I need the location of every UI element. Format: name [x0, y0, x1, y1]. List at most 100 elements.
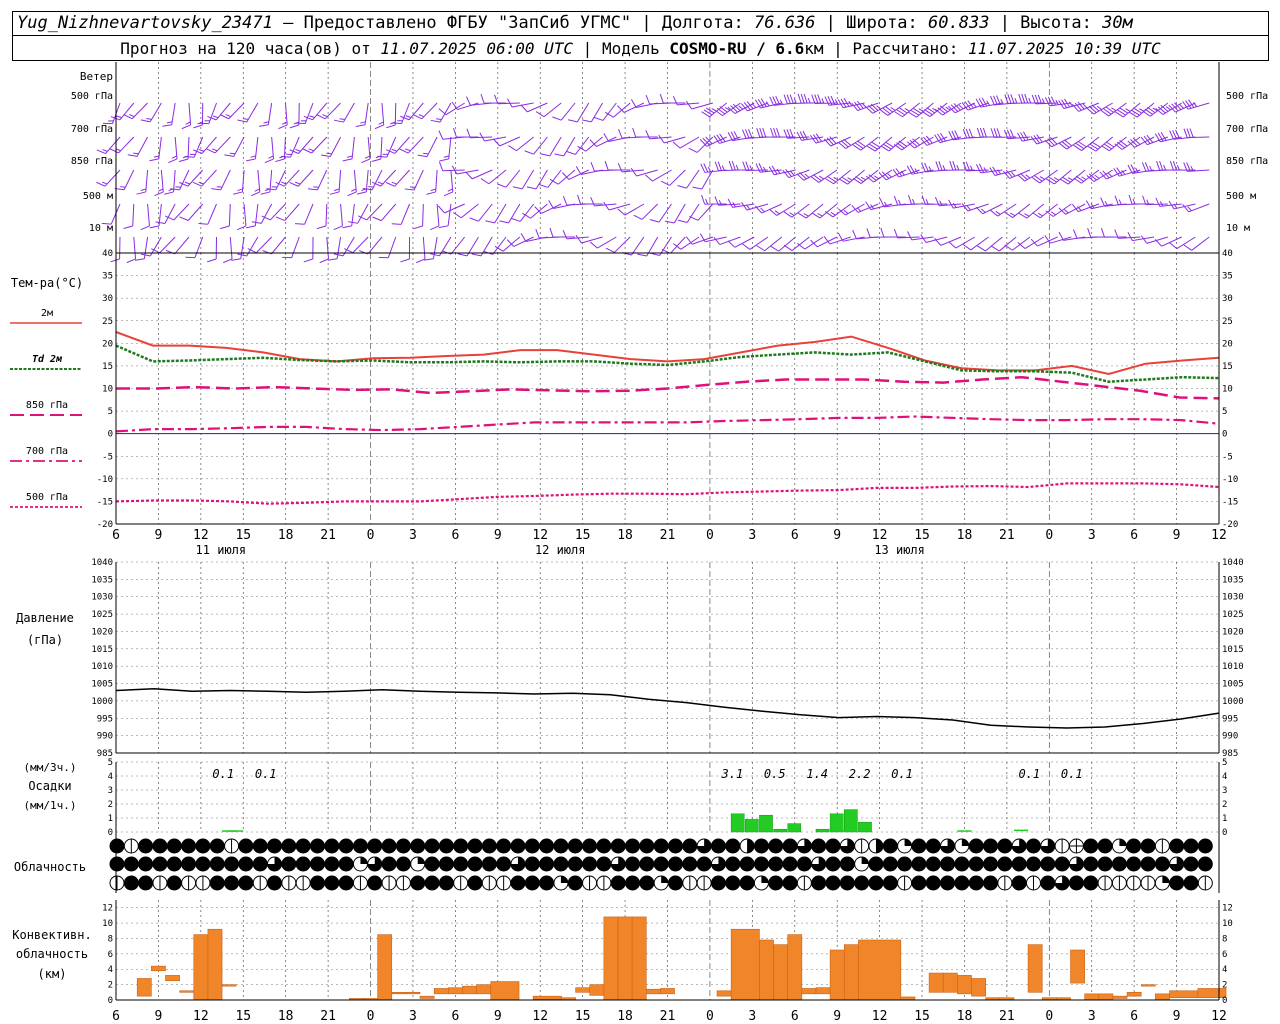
- wind-barb-flag: [263, 121, 269, 124]
- wind-barb-staff: [1012, 236, 1031, 251]
- wind-barb-flag: [438, 161, 444, 171]
- wind-barb-flag: [342, 158, 353, 162]
- pressure-tick-left: 1015: [91, 645, 113, 655]
- wind-barb-flag: [116, 115, 122, 119]
- temp-series-line: [115, 482, 1220, 505]
- meteogram-svg: 0.1 0.1 3.1 0.5 1.4 2.2 0.1 0.1 0.1 40 4035 3530 30…: [10, 62, 1268, 1024]
- wind-barb-staff: [471, 169, 493, 180]
- wind-barb-flag: [451, 101, 458, 110]
- wind-barb-flag: [400, 258, 410, 263]
- wind-barb-staff: [118, 136, 135, 154]
- cloud-symbol: [367, 875, 383, 891]
- cloud-symbol: [1140, 838, 1156, 854]
- cloud-symbol-fill: [360, 857, 368, 864]
- wind-barb-flag: [852, 229, 857, 240]
- cloud-symbol: [424, 875, 440, 891]
- cloud-symbol: [166, 875, 182, 891]
- cloud-symbol: [510, 875, 526, 891]
- wind-barb-staff: [970, 236, 989, 251]
- wind-barb-flag: [154, 191, 164, 197]
- cloud-symbol: [252, 838, 268, 854]
- wind-barb-flag: [453, 212, 462, 219]
- time-tick: 18: [617, 528, 633, 543]
- wind-barb-staff: [136, 136, 149, 157]
- time-tick-bottom: 12: [872, 1009, 888, 1024]
- wind-barb-flag: [672, 141, 681, 149]
- wind-barb-flag: [372, 216, 382, 222]
- cloud-symbol: [940, 875, 956, 891]
- wind-barb-flag: [887, 173, 892, 178]
- wind-barb-flag: [942, 165, 946, 171]
- cloud-symbol: [152, 838, 168, 854]
- cloud-symbol: [553, 856, 569, 872]
- cloud-symbol: [667, 838, 683, 854]
- precip-accum-label: 0.1: [255, 767, 277, 781]
- cloud-symbol: [968, 856, 984, 872]
- cloud-symbol: [1068, 875, 1084, 891]
- wind-barb-flag: [876, 105, 881, 110]
- cloud-symbol: [524, 838, 540, 854]
- cloud-symbol: [381, 838, 397, 854]
- wind-barb-flag: [1127, 231, 1133, 241]
- wind-barb-flag: [948, 241, 957, 249]
- wind-barb-flag: [1004, 244, 1013, 251]
- wind-barb-staff: [597, 236, 617, 249]
- legend-700-label: 700 гПа: [26, 446, 68, 457]
- wind-barb-flag: [811, 94, 816, 104]
- cloud-symbol: [309, 875, 325, 891]
- time-tick: 12: [1211, 528, 1227, 543]
- conv-bar: [815, 987, 831, 995]
- wind-barb-flag: [745, 161, 750, 171]
- wind-barb-flag: [497, 183, 507, 188]
- time-tick-bottom: 6: [112, 1009, 120, 1024]
- cloud-symbol-fill: [661, 876, 669, 883]
- wind-barb-staff: [275, 169, 286, 191]
- cloud-symbol: [997, 838, 1013, 854]
- wind-barb-flag: [308, 148, 314, 152]
- cloud-symbol: [725, 838, 741, 854]
- wind-barb-flag: [171, 155, 177, 159]
- conv-bar: [942, 972, 958, 993]
- wind-barb-staff: [325, 203, 328, 227]
- wind-barb-flag: [701, 194, 706, 205]
- wind-barb-staff: [394, 136, 410, 154]
- cloud-symbol: [1197, 856, 1213, 872]
- wind-barb-flag: [748, 129, 753, 139]
- cloud-symbol: [1025, 838, 1041, 854]
- wind-barb-flag: [958, 104, 964, 110]
- wind-barb-staff: [985, 236, 1003, 252]
- date-label: 13 июля: [874, 543, 925, 557]
- wind-barb-staff: [460, 203, 479, 219]
- pressure-tick-right: 1010: [1222, 662, 1244, 672]
- wind-barb-flag: [225, 114, 232, 118]
- wind-barb-staff: [149, 102, 162, 123]
- wind-barb-staff: [201, 169, 217, 187]
- time-tick: 15: [914, 528, 930, 543]
- cloud-symbol: [610, 838, 626, 854]
- cloud-symbol: [438, 838, 454, 854]
- cloud-symbol: [152, 856, 168, 872]
- wind-barb-staff: [832, 203, 852, 218]
- wind-barb-flag: [721, 165, 725, 171]
- wind-barb-staff: [188, 102, 192, 125]
- wind-barb-flag: [386, 124, 396, 129]
- wind-barb-flag: [207, 258, 217, 263]
- conv-bar: [660, 988, 675, 995]
- precipitation-bars-layer: 0.1 0.1 3.1 0.5 1.4 2.2 0.1 0.1 0.1: [212, 767, 1083, 833]
- wind-barb-flag: [742, 243, 751, 250]
- wind-barb-flag: [185, 121, 191, 125]
- wind-barb-flag: [251, 221, 262, 224]
- cloud-symbol: [138, 838, 154, 854]
- wind-barb-flag: [466, 128, 471, 138]
- wind-barb-flag: [127, 154, 138, 157]
- wind-barb-flag: [860, 176, 866, 181]
- cloud-symbol: [123, 875, 139, 891]
- wind-barb-flag: [1135, 167, 1139, 173]
- conv-bar: [603, 916, 619, 1001]
- temp-tick-left: 30: [102, 294, 113, 304]
- wind-barb-flag: [360, 121, 366, 124]
- wind-barb-staff: [297, 169, 314, 187]
- conv-bar: [448, 987, 463, 995]
- wind-barb-staff: [478, 203, 493, 222]
- wind-barb-flag: [1169, 161, 1174, 171]
